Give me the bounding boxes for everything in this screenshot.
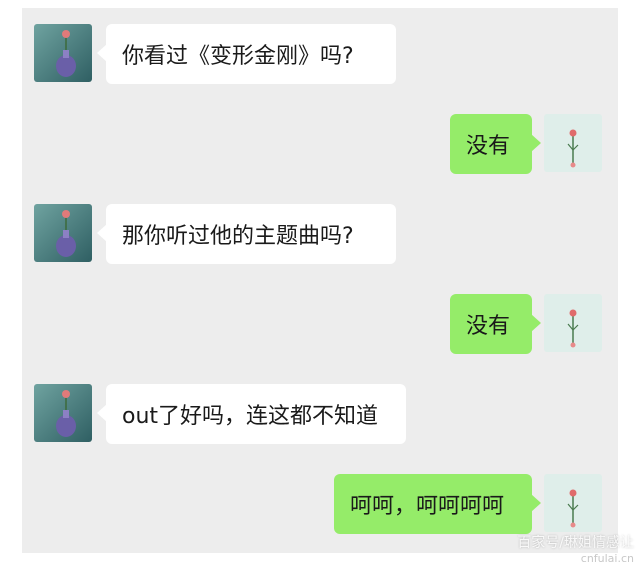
watermark-site: cnfulai.cn: [580, 552, 634, 565]
message-text: 那你听过他的主题曲吗?: [122, 224, 354, 249]
message-text: 没有: [466, 314, 511, 339]
vase-flower-avatar-icon: [34, 384, 92, 442]
message-bubble-outgoing[interactable]: 呵呵，呵呵呵呵: [334, 474, 541, 534]
message-text: 呵呵，呵呵呵呵: [350, 494, 505, 519]
message-bubble-incoming[interactable]: out了好吗，连这都不知道: [97, 384, 406, 444]
flower-sketch-avatar-icon: [544, 114, 602, 172]
contact-avatar[interactable]: [34, 204, 92, 262]
message-bubble-outgoing[interactable]: 没有: [450, 114, 541, 174]
message-bubble-incoming[interactable]: 你看过《变形金刚》吗?: [97, 24, 396, 84]
watermark: 百家号/琳姐情感让 cnfulai.cn: [517, 532, 634, 565]
vase-flower-avatar-icon: [34, 24, 92, 82]
my-avatar[interactable]: [544, 474, 602, 532]
message-bubble-outgoing[interactable]: 没有: [450, 294, 541, 354]
chat-area: 你看过《变形金刚》吗? 没有 那你听过他的主题曲吗? 没有 out了好吗，连这都…: [22, 8, 618, 553]
contact-avatar[interactable]: [34, 24, 92, 82]
message-text: out了好吗，连这都不知道: [122, 404, 379, 429]
message-text: 你看过《变形金刚》吗?: [122, 44, 354, 69]
my-avatar[interactable]: [544, 294, 602, 352]
watermark-text: 百家号/琳姐情感让: [517, 535, 634, 551]
message-bubble-incoming[interactable]: 那你听过他的主题曲吗?: [97, 204, 396, 264]
vase-flower-avatar-icon: [34, 204, 92, 262]
contact-avatar[interactable]: [34, 384, 92, 442]
my-avatar[interactable]: [544, 114, 602, 172]
message-text: 没有: [466, 134, 511, 159]
flower-sketch-avatar-icon: [544, 294, 602, 352]
flower-sketch-avatar-icon: [544, 474, 602, 532]
